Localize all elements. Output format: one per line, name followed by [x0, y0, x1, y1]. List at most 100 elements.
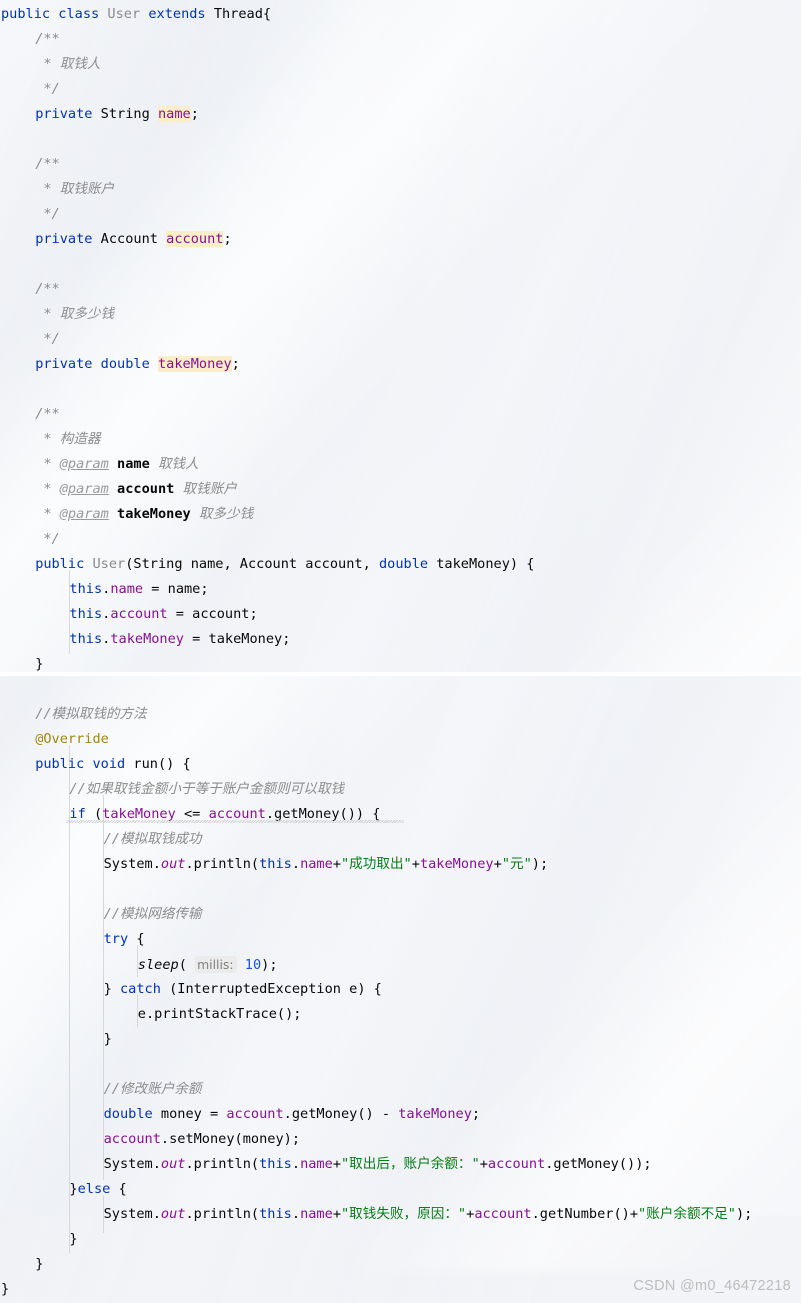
code-token-plain: .println( [185, 856, 260, 872]
code-line[interactable]: System.out.println(this.name+"取出后，账户余额："… [104, 1152, 652, 1177]
code-token-kw: public [35, 556, 93, 572]
code-token-kw: else [77, 1181, 119, 1197]
code-token-plain: (InterruptedException e) { [169, 981, 382, 997]
code-token-kw: class [58, 6, 108, 22]
screenshot-stitch-seam [0, 672, 801, 676]
code-line[interactable]: } [35, 1252, 43, 1277]
code-token-plain: .println( [185, 1156, 260, 1172]
code-token-plain: } [103, 1031, 112, 1047]
code-token-plain: .setMoney(money); [160, 1131, 301, 1147]
code-token-doctag: @param [59, 456, 109, 472]
code-token-doctag: @param [59, 506, 109, 522]
code-token-cmt: //模拟网络传输 [103, 906, 202, 922]
code-token-field: account [474, 1206, 532, 1222]
code-line[interactable]: * 取钱账户 [35, 177, 114, 202]
code-line[interactable]: System.out.println(this.name+"成功取出"+take… [104, 852, 549, 877]
code-token-plain: = account; [167, 606, 258, 622]
code-line[interactable]: try { [104, 927, 145, 952]
code-token-num: 10 [244, 957, 262, 973]
code-token-thisk: this [69, 606, 103, 622]
code-token-kw: void [92, 756, 134, 772]
code-token-field: account [103, 1131, 161, 1147]
code-line[interactable]: private String name; [35, 102, 199, 127]
code-token-plain: ); [735, 1206, 753, 1222]
code-line[interactable]: * 取钱人 [35, 52, 100, 77]
code-token-field: name [300, 1156, 333, 1172]
code-editor-screenshot: public class User extends Thread{/** * 取… [0, 0, 801, 1303]
code-token-doc: /** [35, 406, 60, 422]
code-line[interactable]: sleep( millis: 10); [138, 952, 278, 977]
code-token-plain: ( [178, 957, 196, 973]
code-token-thisk: this [69, 631, 103, 647]
code-token-plain: } [69, 1181, 78, 1197]
code-token-kw: extends [148, 6, 214, 22]
code-token-fieldhl: account [166, 231, 224, 247]
code-line[interactable]: * 取多少钱 [35, 302, 114, 327]
code-token-plain: name [108, 456, 150, 472]
code-token-plain: ; [190, 106, 199, 122]
code-line[interactable]: } [69, 1227, 77, 1252]
code-line[interactable]: e.printStackTrace(); [138, 1002, 302, 1027]
code-token-str: "元" [501, 856, 532, 872]
code-line[interactable]: public User(String name, Account account… [35, 552, 534, 577]
code-token-plain: takeMoney) { [436, 556, 535, 572]
code-token-field: account [226, 1106, 284, 1122]
code-token-doc: /** [35, 281, 60, 297]
code-line[interactable]: }else { [69, 1177, 126, 1202]
code-line[interactable]: /** [35, 402, 60, 427]
code-token-field: takeMoney [419, 856, 494, 872]
code-token-plain: .getMoney() - [283, 1106, 399, 1122]
code-line[interactable]: /** [35, 152, 60, 177]
code-line[interactable]: */ [35, 327, 59, 352]
code-line[interactable]: /** [35, 277, 60, 302]
code-token-plain: .getMoney()); [545, 1156, 652, 1172]
code-line[interactable]: @Override [35, 727, 109, 752]
code-token-plain: System. [103, 1206, 161, 1222]
code-line[interactable]: //模拟取钱成功 [104, 827, 202, 852]
code-line[interactable]: //模拟取钱的方法 [35, 702, 147, 727]
code-line[interactable]: */ [35, 202, 59, 227]
code-token-plain: + [629, 1206, 639, 1222]
code-line[interactable]: this.name = name; [69, 577, 208, 602]
code-line[interactable]: //如果取钱金额小于等于账户金额则可以取钱 [69, 777, 344, 802]
code-token-doc: */ [35, 81, 60, 97]
code-token-plain: Thread{ [213, 6, 272, 22]
code-token-kw: double [103, 1106, 161, 1122]
code-line[interactable]: * @param account 取钱账户 [35, 477, 237, 502]
code-line[interactable]: private double takeMoney; [35, 352, 240, 377]
code-line[interactable]: } catch (InterruptedException e) { [104, 977, 382, 1002]
code-line[interactable]: if (takeMoney <= account.getMoney()) { [69, 802, 380, 827]
code-line[interactable]: } [104, 1027, 112, 1052]
code-token-kw: public [35, 756, 93, 772]
code-line[interactable]: } [1, 1277, 9, 1302]
code-token-doc: * [35, 506, 60, 522]
code-token-plain: } [69, 1231, 78, 1247]
code-line[interactable]: /** [35, 27, 60, 52]
code-token-plain: . [291, 1156, 301, 1172]
code-line[interactable]: account.setMoney(money); [104, 1127, 300, 1152]
code-token-plain: .println( [185, 1206, 260, 1222]
code-line[interactable]: * @param takeMoney 取多少钱 [35, 502, 253, 527]
code-line[interactable]: //模拟网络传输 [104, 902, 202, 927]
code-token-kw: private [35, 231, 101, 247]
code-line[interactable]: double money = account.getMoney() - take… [104, 1102, 481, 1127]
code-token-plain: money = [160, 1106, 227, 1122]
code-token-plain: run [133, 756, 158, 772]
code-line[interactable]: public class User extends Thread{ [1, 2, 271, 27]
code-token-plain: takeMoney [108, 506, 191, 522]
code-token-plain: System. [103, 856, 161, 872]
code-line[interactable]: //修改账户余额 [104, 1077, 202, 1102]
code-line[interactable]: System.out.println(this.name+"取钱失败，原因："+… [104, 1202, 753, 1227]
code-line[interactable]: this.account = account; [69, 602, 257, 627]
code-line[interactable]: public void run() { [35, 752, 191, 777]
code-line[interactable]: * 构造器 [35, 427, 100, 452]
code-line[interactable]: * @param name 取钱人 [35, 452, 198, 477]
code-line[interactable]: */ [35, 77, 60, 102]
source-code-text[interactable]: public class User extends Thread{/** * 取… [0, 0, 801, 1303]
code-line[interactable]: private Account account; [35, 227, 232, 252]
code-token-statfld: out [160, 856, 186, 872]
code-token-type: String [100, 106, 158, 122]
code-line[interactable]: this.takeMoney = takeMoney; [69, 627, 290, 652]
code-token-plain: } [35, 656, 44, 672]
code-line[interactable]: */ [35, 527, 59, 552]
